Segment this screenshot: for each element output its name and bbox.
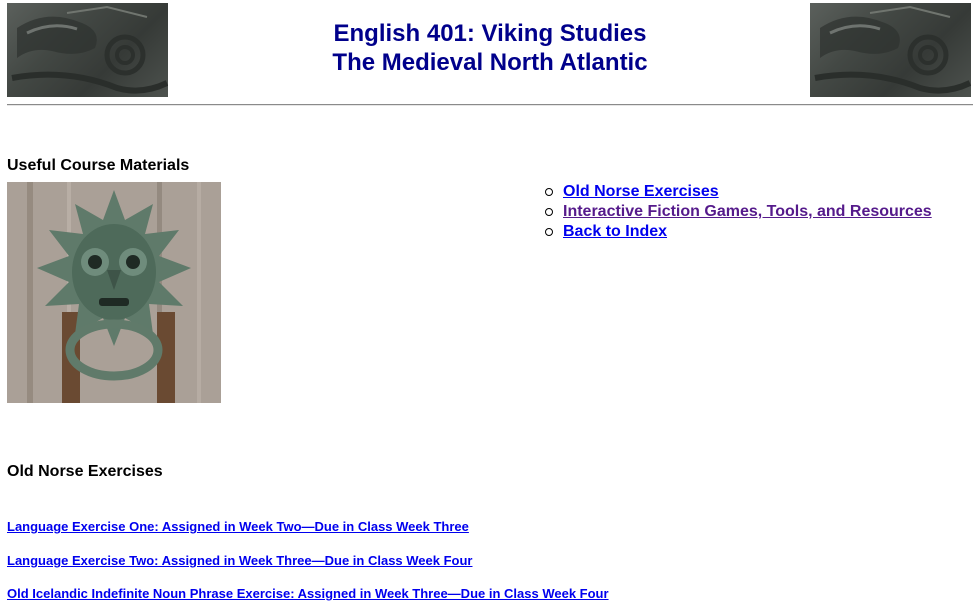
page-title: English 401: Viking Studies The Medieval…: [170, 19, 810, 77]
list-item: Back to Index: [545, 222, 932, 242]
link-interactive-fiction[interactable]: Interactive Fiction Games, Tools, and Re…: [563, 203, 932, 220]
list-item: Interactive Fiction Games, Tools, and Re…: [545, 202, 932, 222]
exercise-link-noun-phrase[interactable]: Old Icelandic Indefinite Noun Phrase Exe…: [7, 586, 609, 602]
header-divider: [7, 104, 973, 106]
course-materials-links: Old Norse Exercises Interactive Fiction …: [545, 182, 932, 242]
list-item: Old Norse Exercises: [545, 182, 932, 202]
page-title-line-1: English 401: Viking Studies: [333, 20, 647, 47]
exercise-link-one[interactable]: Language Exercise One: Assigned in Week …: [7, 519, 469, 535]
exercise-link-two[interactable]: Language Exercise Two: Assigned in Week …: [7, 553, 472, 569]
course-materials-heading: Useful Course Materials: [7, 157, 190, 174]
old-norse-exercises-heading: Old Norse Exercises: [7, 463, 163, 480]
link-back-to-index[interactable]: Back to Index: [563, 223, 667, 240]
circle-bullet-icon: [545, 228, 553, 236]
link-old-norse-exercises[interactable]: Old Norse Exercises: [563, 183, 719, 200]
page-title-line-2: The Medieval North Atlantic: [332, 49, 648, 76]
circle-bullet-icon: [545, 188, 553, 196]
header-stone-carving-right: [810, 3, 971, 97]
header-stone-carving-left: [7, 3, 168, 97]
sanctuary-knocker-image: [7, 182, 221, 403]
circle-bullet-icon: [545, 208, 553, 216]
